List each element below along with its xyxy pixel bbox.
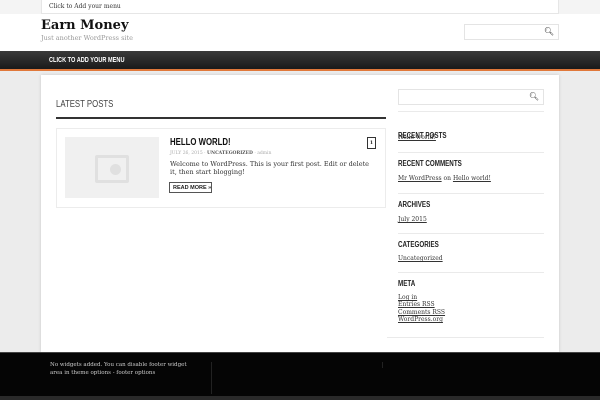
post-category[interactable]: UNCATEGORIZED (207, 151, 253, 156)
divider (56, 117, 386, 119)
footer-separator (211, 362, 212, 394)
post-author[interactable]: admin (257, 151, 271, 156)
post-excerpt: Welcome to WordPress. This is your first… (170, 160, 370, 176)
read-more-button[interactable]: READ MORE » (169, 182, 212, 193)
site-title[interactable]: Earn Money (41, 18, 129, 33)
sidebar-search-input[interactable]: 🔍︎ (398, 89, 544, 105)
top-menu-link[interactable]: Click to Add your menu (41, 0, 559, 14)
recent-comment: Mr WordPress on Hello world! (398, 175, 491, 182)
comment-count-badge[interactable]: 1 (367, 137, 376, 149)
recent-comments-title: RECENT COMMENTS (398, 159, 462, 168)
search-icon[interactable]: 🔍︎ (529, 92, 539, 101)
archive-link[interactable]: July 2015 (398, 216, 427, 223)
footer-bottom-bar (0, 396, 600, 400)
archives-title: ARCHIVES (398, 200, 431, 209)
meta-title: META (398, 279, 416, 288)
post-title[interactable]: HELLO WORLD! (170, 137, 231, 148)
login-link[interactable]: Log in (398, 294, 445, 301)
comments-rss-link[interactable]: Comments RSS (398, 309, 445, 316)
divider (387, 337, 544, 338)
comment-author-link[interactable]: Mr WordPress (398, 175, 442, 182)
divider (398, 111, 544, 112)
comment-post-link[interactable]: Hello world! (453, 175, 491, 182)
divider (398, 233, 544, 234)
footer-notice: No widgets added. You can disable footer… (50, 362, 187, 376)
divider (398, 152, 544, 153)
post-meta: JULY 26, 2015 · UNCATEGORIZED · admin (170, 151, 272, 156)
post-date: JULY 26, 2015 (170, 151, 203, 156)
recent-post-link[interactable]: Hello world! (398, 134, 436, 141)
nav-add-menu-link[interactable]: CLICK TO ADD YOUR MENU (49, 57, 125, 64)
category-link[interactable]: Uncategorized (398, 255, 443, 262)
main-nav: CLICK TO ADD YOUR MENU (0, 51, 600, 71)
camera-icon (95, 155, 129, 183)
search-icon[interactable]: 🔍︎ (544, 27, 554, 36)
entries-rss-link[interactable]: Entries RSS (398, 301, 445, 308)
meta-links: Log in Entries RSS Comments RSS WordPres… (398, 294, 445, 323)
wordpress-org-link[interactable]: WordPress.org (398, 316, 445, 323)
footer-separator (382, 362, 383, 368)
on-text: on (443, 175, 452, 182)
categories-title: CATEGORIES (398, 240, 439, 249)
section-title: LATEST POSTS (56, 99, 114, 110)
site-tagline: Just another WordPress site (41, 34, 133, 42)
header-search-input[interactable]: 🔍︎ (464, 24, 559, 40)
divider (398, 193, 544, 194)
divider (398, 272, 544, 273)
